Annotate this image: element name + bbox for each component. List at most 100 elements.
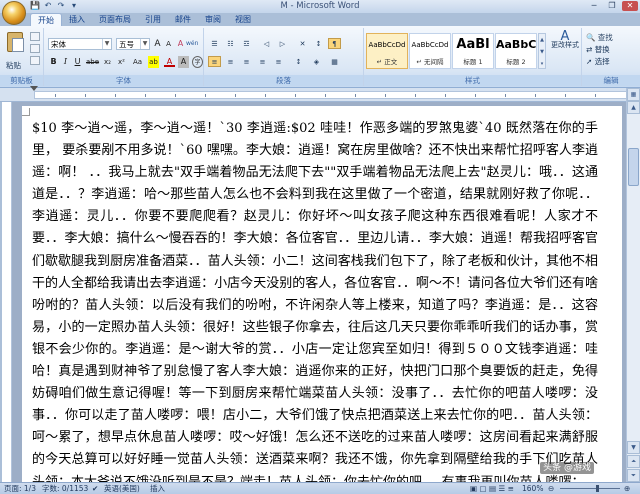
- format-painter-icon[interactable]: [30, 56, 40, 65]
- word-count[interactable]: 字数: 0/1153: [42, 483, 88, 494]
- zoom-out-icon[interactable]: ⊖: [548, 483, 554, 494]
- maximize-button[interactable]: ❐: [604, 1, 620, 11]
- find-button[interactable]: 🔍 查找: [586, 32, 613, 44]
- font-name-value: 宋体: [51, 40, 66, 49]
- align-left-button[interactable]: ≡: [208, 56, 221, 67]
- full-screen-icon[interactable]: ▢: [479, 484, 486, 493]
- chevron-down-icon[interactable]: ▼: [140, 39, 149, 49]
- distributed-button[interactable]: ≡: [272, 56, 285, 67]
- horizontal-ruler[interactable]: [0, 86, 640, 102]
- show-marks-button[interactable]: ¶: [328, 38, 341, 49]
- border-button[interactable]: ▦: [328, 56, 341, 67]
- language-status[interactable]: 英语(美国): [104, 483, 140, 494]
- replace-icon: ⇄: [586, 45, 593, 54]
- character-shading-button[interactable]: A: [178, 56, 189, 68]
- decrease-indent-button[interactable]: ◁: [260, 38, 273, 49]
- next-page-button[interactable]: ⏷: [627, 469, 640, 482]
- font-size-combo[interactable]: 五号 ▼: [116, 38, 150, 50]
- superscript-button[interactable]: x²: [116, 56, 127, 68]
- subscript-button[interactable]: x₂: [102, 56, 113, 68]
- insert-mode[interactable]: 插入: [150, 483, 165, 494]
- justify-button[interactable]: ≡: [256, 56, 269, 67]
- line-spacing-button[interactable]: ↕: [292, 56, 305, 67]
- undo-icon[interactable]: ↶: [43, 1, 53, 11]
- customize-qat-icon[interactable]: ▾: [69, 1, 79, 11]
- replace-button[interactable]: ⇄ 替换: [586, 44, 613, 56]
- cut-icon[interactable]: [30, 32, 40, 41]
- zoom-level[interactable]: 160%: [522, 483, 543, 494]
- bold-button[interactable]: B: [48, 56, 59, 68]
- numbering-button[interactable]: ☷: [224, 38, 237, 49]
- tab-references[interactable]: 引用: [138, 13, 168, 26]
- close-button[interactable]: ✕: [622, 1, 638, 11]
- tab-insert[interactable]: 插入: [62, 13, 92, 26]
- shrink-font-button[interactable]: A: [163, 38, 174, 50]
- align-right-button[interactable]: ≡: [240, 56, 253, 67]
- ruler-tick: [295, 94, 296, 97]
- change-case-button[interactable]: Aa: [132, 56, 143, 68]
- previous-page-button[interactable]: ⏶: [627, 455, 640, 468]
- increase-indent-button[interactable]: ▷: [276, 38, 289, 49]
- font-group-label: 字体: [44, 75, 203, 86]
- redo-icon[interactable]: ↷: [56, 1, 66, 11]
- change-styles-button[interactable]: A 更改样式: [550, 30, 580, 50]
- save-icon[interactable]: 💾: [30, 1, 40, 11]
- chinese-layout-button[interactable]: ✕: [296, 38, 309, 49]
- paste-button[interactable]: [4, 30, 26, 56]
- style-heading-2[interactable]: AaBbC 标题 2: [495, 33, 537, 69]
- highlight-button[interactable]: ab: [148, 56, 159, 68]
- zoom-slider-track[interactable]: [560, 488, 620, 489]
- styles-group: AaBbCcDd ↵ 正文 AaBbCcDd ↵ 无间隔 AaBl 标题 1 A…: [364, 28, 582, 86]
- align-center-button[interactable]: ≡: [224, 56, 237, 67]
- styles-scroll[interactable]: ▲ ▼ ▾: [538, 33, 546, 69]
- minimize-button[interactable]: ─: [586, 1, 602, 11]
- tab-review[interactable]: 审阅: [198, 13, 228, 26]
- copy-icon[interactable]: [30, 44, 40, 53]
- page-count[interactable]: 页面: 1/3: [4, 483, 36, 494]
- tab-page-layout[interactable]: 页面布局: [92, 13, 138, 26]
- office-button[interactable]: [2, 1, 26, 25]
- draft-icon[interactable]: ≡: [508, 484, 514, 493]
- grow-font-button[interactable]: A: [152, 38, 163, 50]
- scroll-down-button[interactable]: ▼: [627, 441, 640, 454]
- quick-access-toolbar: 💾 ↶ ↷ ▾: [30, 1, 79, 11]
- font-group: 宋体 ▼ 五号 ▼ A A A wén B I U abe x₂ x² Aa a…: [44, 28, 204, 86]
- multilevel-list-button[interactable]: ☲: [240, 38, 253, 49]
- chevron-down-icon[interactable]: ▼: [102, 39, 111, 49]
- style-no-spacing[interactable]: AaBbCcDd ↵ 无间隔: [409, 33, 451, 69]
- ruler-tick: [475, 94, 476, 97]
- print-layout-icon[interactable]: ▣: [470, 484, 477, 493]
- select-button[interactable]: ➚ 选择: [586, 56, 613, 68]
- font-name-combo[interactable]: 宋体 ▼: [48, 38, 112, 50]
- shading-button[interactable]: ◈: [310, 56, 323, 67]
- scroll-thumb[interactable]: [628, 148, 639, 186]
- outline-icon[interactable]: ☰: [498, 484, 505, 493]
- zoom-in-icon[interactable]: ⊕: [624, 483, 630, 494]
- phonetic-guide-button[interactable]: wén: [186, 38, 198, 50]
- bullets-button[interactable]: ☰: [208, 38, 221, 49]
- ruler-toggle-button[interactable]: ▦: [627, 88, 640, 101]
- ribbon: 粘贴 剪贴板 宋体 ▼ 五号 ▼ A A A wén B I U abe x₂ …: [0, 26, 640, 88]
- italic-button[interactable]: I: [60, 56, 71, 68]
- style-normal[interactable]: AaBbCcDd ↵ 正文: [366, 33, 408, 69]
- sort-button[interactable]: ↕: [312, 38, 325, 49]
- document-page[interactable]: $10 李～逍～遥，李～逍～遥！`30 李逍遥:$02 哇哇！作恶多端的罗煞鬼婆…: [22, 106, 622, 482]
- scroll-up-button[interactable]: ▲: [627, 101, 640, 114]
- strikethrough-button[interactable]: abe: [86, 56, 99, 68]
- enclose-characters-button[interactable]: 字: [192, 56, 203, 68]
- proofing-icon[interactable]: ✔: [92, 483, 98, 494]
- font-color-button[interactable]: A: [164, 56, 175, 67]
- tab-mailings[interactable]: 邮件: [168, 13, 198, 26]
- zoom-slider-thumb[interactable]: [596, 485, 599, 492]
- first-line-indent-marker[interactable]: [30, 86, 38, 91]
- style-heading-1[interactable]: AaBl 标题 1: [452, 33, 494, 69]
- web-layout-icon[interactable]: ▤: [489, 484, 496, 493]
- clear-format-button[interactable]: A: [175, 38, 186, 50]
- tab-home[interactable]: 开始: [30, 13, 62, 26]
- editing-group-label: 编辑: [582, 75, 640, 86]
- document-body-text[interactable]: $10 李～逍～遥，李～逍～遥！`30 李逍遥:$02 哇哇！作恶多端的罗煞鬼婆…: [32, 118, 598, 482]
- underline-button[interactable]: U: [72, 56, 83, 68]
- vertical-ruler[interactable]: [2, 102, 12, 482]
- tab-view[interactable]: 视图: [228, 13, 258, 26]
- vertical-scrollbar[interactable]: ▦ ▲ ▼ ⏶ ⏷: [626, 88, 640, 482]
